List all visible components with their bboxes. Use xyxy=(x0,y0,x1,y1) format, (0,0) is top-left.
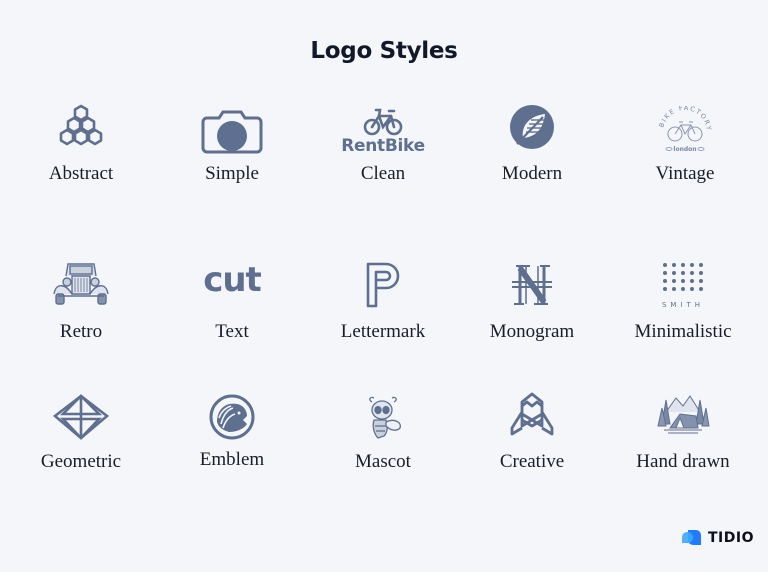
logo-style-label: Emblem xyxy=(199,449,265,470)
logo-style-label: Hand drawn xyxy=(636,451,730,472)
vintage-car-icon xyxy=(53,263,109,305)
dot xyxy=(663,279,667,283)
dot-grid-icon: SMITH xyxy=(662,263,704,309)
logo-style-label: Geometric xyxy=(40,451,122,472)
tidio-chat-bubbles-icon xyxy=(682,530,701,545)
bee-mascot-icon xyxy=(369,396,401,439)
dot xyxy=(681,287,685,291)
logo-style-label: Creative xyxy=(499,451,565,472)
logo-style-label: Vintage xyxy=(655,163,715,184)
bicycle-icon xyxy=(363,108,403,136)
logo-style-label: Simple xyxy=(205,163,259,184)
minimal-logo-wordmark: SMITH xyxy=(662,301,704,309)
brand-name: TIDIO xyxy=(708,530,754,546)
logo-style-monogram: Monogram xyxy=(457,258,607,348)
logo-style-geometric: Geometric xyxy=(6,392,156,482)
logo-style-label: Retro xyxy=(59,321,103,342)
logo-style-label: Minimalistic xyxy=(634,321,732,342)
logo-style-label: Monogram xyxy=(489,321,575,342)
dot xyxy=(699,271,703,275)
logo-style-vintage: BIKE FACTORY london Vintage xyxy=(610,100,760,190)
dot xyxy=(672,271,676,275)
dot xyxy=(681,279,685,283)
rocket-icon xyxy=(510,392,554,436)
lion-emblem-icon xyxy=(209,394,255,440)
dot xyxy=(681,263,685,267)
logo-style-simple: Simple xyxy=(157,100,307,190)
logo-style-abstract: Abstract xyxy=(6,100,156,190)
logo-style-clean: RentBike Clean xyxy=(308,100,458,190)
logo-style-lettermark: Lettermark xyxy=(308,258,458,348)
dot xyxy=(663,271,667,275)
dot xyxy=(663,287,667,291)
dot xyxy=(690,287,694,291)
wordmark-icon: cut xyxy=(203,260,262,300)
logo-style-label: Clean xyxy=(360,163,406,184)
mountain-tent-icon xyxy=(657,395,710,434)
leaf-circle-icon xyxy=(510,105,554,149)
logo-style-creative: Creative xyxy=(457,392,607,482)
logo-style-text: cut Text xyxy=(157,258,307,348)
hexagon-cluster-icon xyxy=(59,104,103,146)
logo-style-modern: Modern xyxy=(457,100,607,190)
logo-style-mascot: Mascot xyxy=(308,392,458,482)
logo-style-label: Mascot xyxy=(355,451,411,472)
clean-logo-wordmark: RentBike xyxy=(341,136,425,156)
svg-text:BIKE FACTORY: BIKE FACTORY xyxy=(657,106,713,132)
page-title: Logo Styles xyxy=(310,38,458,64)
dot xyxy=(672,287,676,291)
brand-logo: TIDIO xyxy=(680,528,754,548)
dot xyxy=(699,279,703,283)
logo-style-label: Modern xyxy=(501,163,563,184)
dot xyxy=(699,263,703,267)
logo-style-hand-drawn: Hand drawn xyxy=(608,392,758,482)
dot xyxy=(672,279,676,283)
dot xyxy=(672,263,676,267)
logo-style-label: Text xyxy=(215,321,249,342)
camera-icon xyxy=(201,110,263,154)
dot xyxy=(690,279,694,283)
logo-style-label: Lettermark xyxy=(340,321,426,342)
svg-text:london: london xyxy=(673,146,696,153)
letter-p-icon xyxy=(366,262,400,308)
dot xyxy=(681,271,685,275)
diamond-icon xyxy=(53,394,109,440)
logo-style-emblem: Emblem xyxy=(157,392,307,482)
vintage-bicycle-badge-icon: BIKE FACTORY london xyxy=(657,106,713,153)
dot xyxy=(690,263,694,267)
nh-monogram-icon xyxy=(512,265,552,305)
logo-style-label: Abstract xyxy=(48,163,114,184)
dot xyxy=(699,287,703,291)
dot xyxy=(663,263,667,267)
logo-style-minimalistic: SMITH Minimalistic xyxy=(608,258,758,348)
logo-style-retro: Retro xyxy=(6,258,156,348)
dot xyxy=(690,271,694,275)
